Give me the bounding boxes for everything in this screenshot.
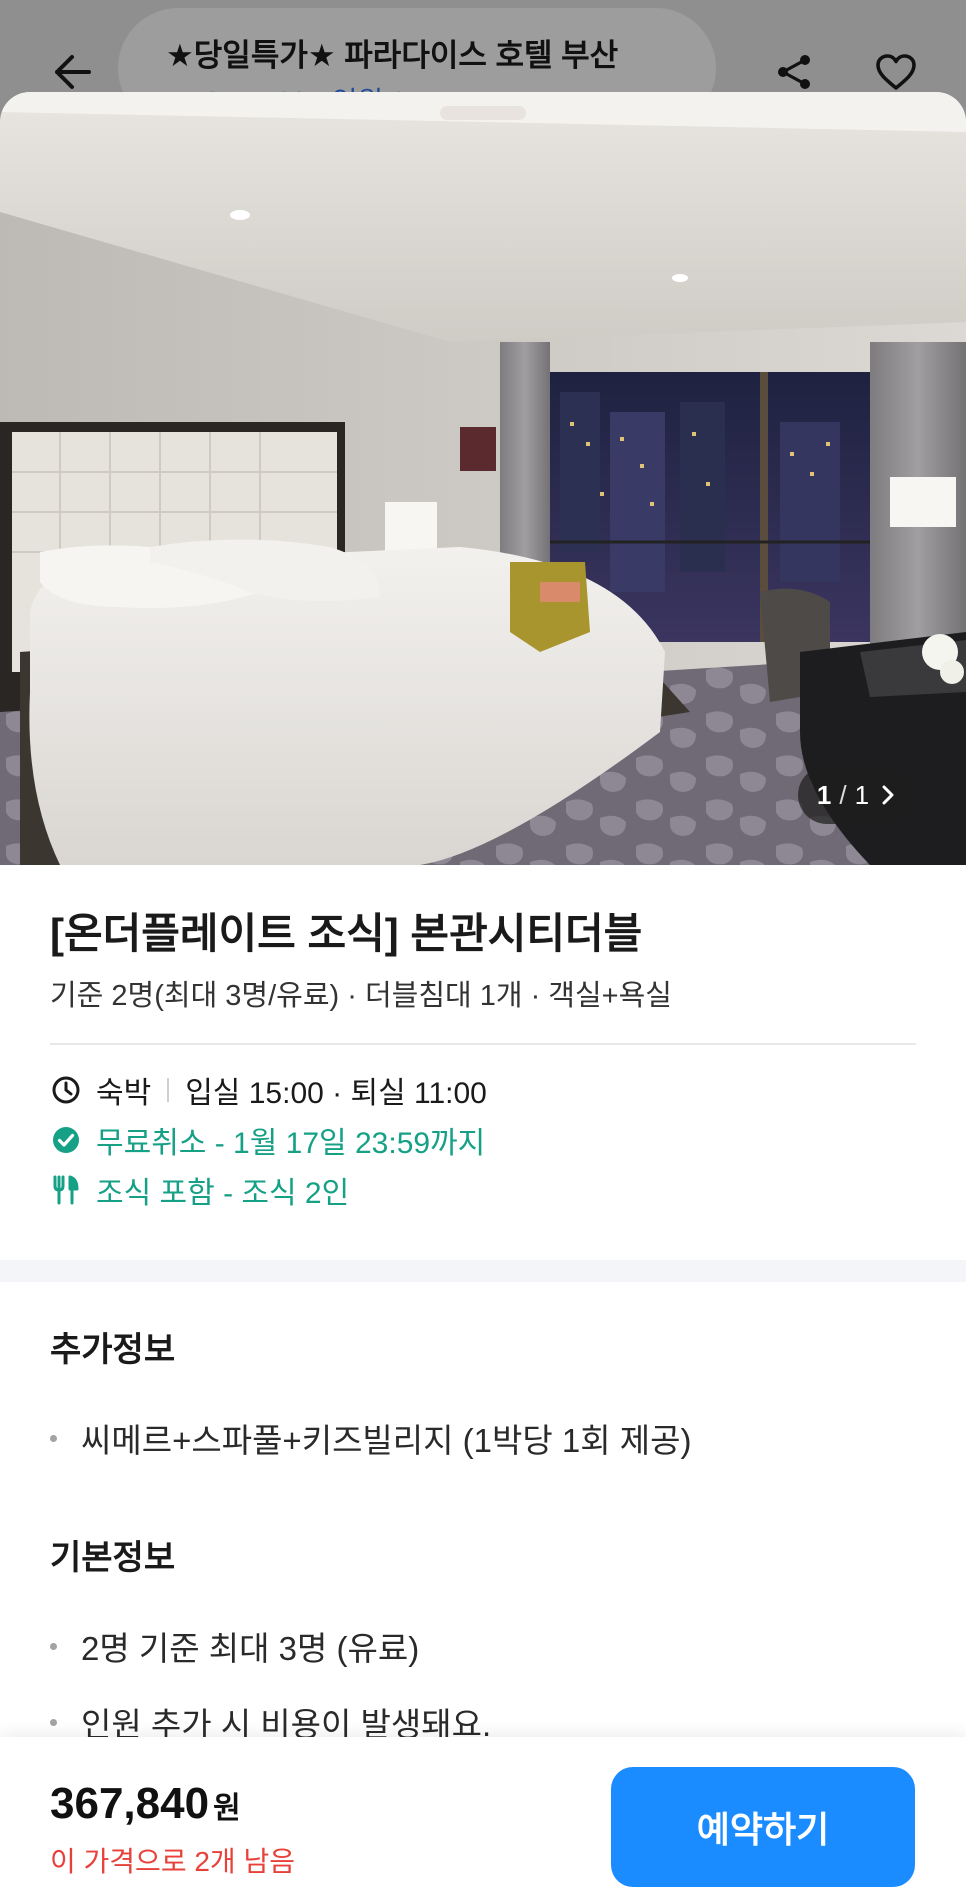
free-cancel-row: 무료취소 - 1월 17일 23:59까지 <box>50 1120 485 1160</box>
reserve-button[interactable]: 예약하기 <box>611 1767 915 1887</box>
list-item: 씨메르+스파풀+키즈빌리지 (1박당 1회 제공) <box>50 1414 692 1462</box>
sheet-grabber[interactable] <box>440 106 526 120</box>
list-item: 2명 기준 최대 3명 (유료) <box>50 1622 419 1670</box>
photo-counter[interactable]: 1 / 1 <box>798 766 914 824</box>
photo-total: 1 <box>854 779 870 810</box>
hotel-title: ★당일특가★ 파라다이스 호텔 부산 <box>166 38 619 73</box>
separator <box>167 1078 170 1102</box>
check-in-out-time: 입실 15:00 · 퇴실 11:00 <box>185 1077 487 1110</box>
stay-type: 숙박 <box>96 1077 152 1110</box>
section-spacer <box>0 1260 966 1282</box>
stay-time-row: 숙박 입실 15:00 · 퇴실 11:00 <box>50 1070 487 1110</box>
free-cancel-text: 무료취소 - 1월 17일 23:59까지 <box>96 1127 486 1160</box>
bullet-dot <box>50 1642 57 1650</box>
extra-info-text: 씨메르+스파풀+키즈빌리지 (1박당 1회 제공) <box>81 1422 692 1459</box>
basic-info-title: 기본정보 <box>50 1539 176 1577</box>
room-capacity-info: 기준 2명(최대 3명/유료) · 더블침대 1개 · 객실+욕실 <box>50 980 672 1012</box>
chevron-right-icon <box>881 784 895 806</box>
basic-info-text: 2명 기준 최대 3명 (유료) <box>81 1630 420 1667</box>
photo-current: 1 <box>816 779 832 810</box>
utensils-icon <box>50 1174 82 1206</box>
booking-bar: 367,840 원 이 가격으로 2개 남음 예약하기 <box>0 1737 966 1897</box>
photo-separator: / <box>839 779 847 810</box>
price-currency: 원 <box>213 1792 241 1825</box>
bullet-dot <box>50 1434 57 1442</box>
room-detail-sheet: 1 / 1 [온더플레이트 조식] 본관시티더블 기준 2명(최대 3명/유료)… <box>0 92 966 1897</box>
breakfast-text: 조식 포함 - 조식 2인 <box>96 1177 350 1210</box>
check-circle-icon <box>50 1124 82 1156</box>
clock-icon <box>50 1074 82 1106</box>
bullet-dot <box>50 1718 57 1726</box>
extra-info-title: 추가정보 <box>50 1331 176 1369</box>
divider <box>50 1043 916 1045</box>
breakfast-row: 조식 포함 - 조식 2인 <box>50 1170 349 1210</box>
remaining-stock-note: 이 가격으로 2개 남음 <box>50 1846 295 1877</box>
price: 367,840 원 <box>50 1779 241 1829</box>
room-photo[interactable]: 1 / 1 <box>0 92 966 865</box>
room-title: [온더플레이트 조식] 본관시티더블 <box>50 910 643 957</box>
price-amount: 367,840 <box>50 1779 210 1828</box>
